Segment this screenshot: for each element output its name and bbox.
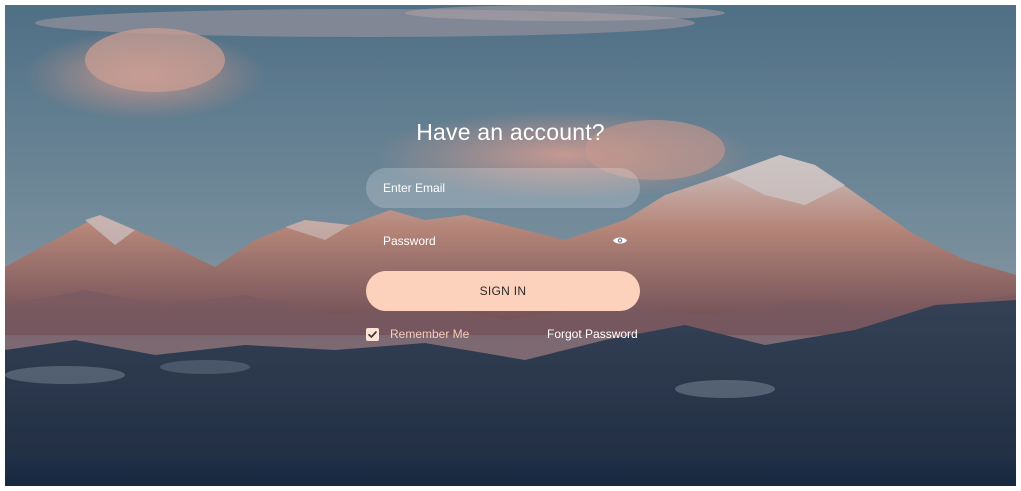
- remember-label: Remember Me: [390, 327, 470, 341]
- check-icon: [368, 330, 377, 338]
- eye-icon[interactable]: [612, 235, 628, 246]
- forgot-password-link[interactable]: Forgot Password: [547, 326, 638, 342]
- password-field[interactable]: Password: [366, 221, 640, 261]
- login-page: Have an account? Enter Email Password SI…: [5, 5, 1016, 486]
- remember-checkbox[interactable]: [366, 327, 379, 341]
- email-placeholder: Enter Email: [383, 181, 446, 195]
- sign-in-label: SIGN IN: [479, 284, 527, 298]
- password-placeholder: Password: [383, 234, 436, 248]
- remember-me[interactable]: Remember Me: [366, 326, 469, 342]
- sign-in-button[interactable]: SIGN IN: [366, 271, 640, 311]
- page-title: Have an account?: [416, 119, 605, 145]
- forgot-password-label: Forgot Password: [547, 327, 638, 341]
- email-field[interactable]: Enter Email: [366, 168, 640, 208]
